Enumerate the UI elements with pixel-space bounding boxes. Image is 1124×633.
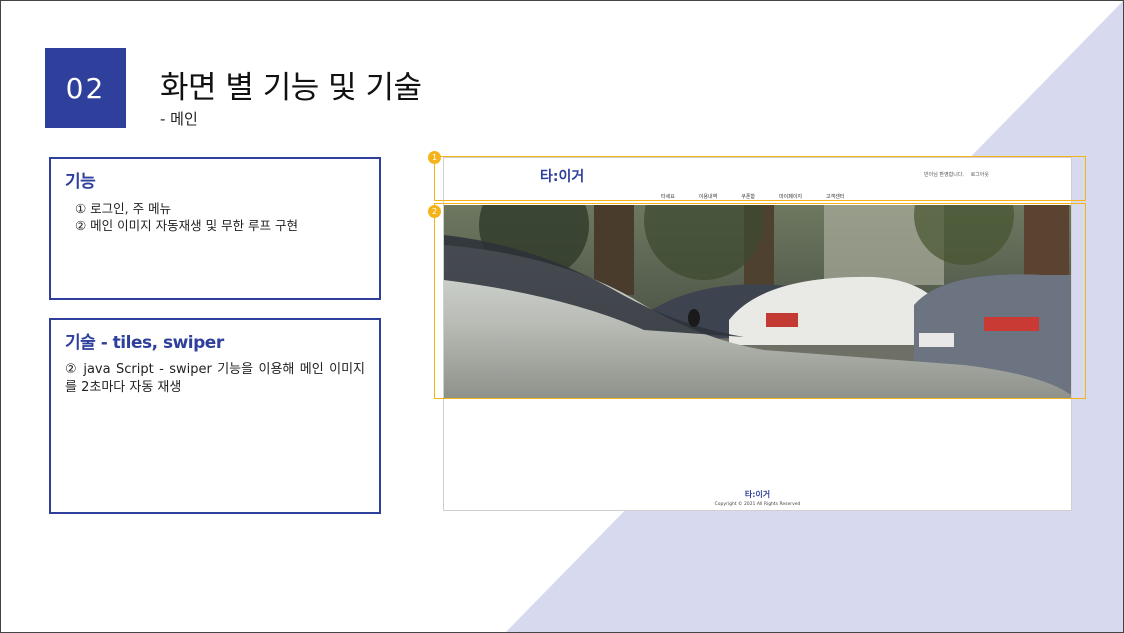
mockup-footer-logo: 타:이거 bbox=[744, 490, 771, 499]
callout-box-header bbox=[434, 156, 1086, 201]
feature-card: 기능 ① 로그인, 주 메뉴 ② 메인 이미지 자동재생 및 무한 루프 구현 bbox=[49, 157, 381, 300]
tech-card-heading: 기술 - tiles, swiper bbox=[65, 333, 224, 353]
mockup-copyright: Copyright © 2021 All Rights Reserved bbox=[714, 502, 801, 507]
page-subtitle: - 메인 bbox=[160, 110, 198, 128]
feature-item: ① 로그인, 주 메뉴 bbox=[75, 201, 172, 216]
tech-card: 기술 - tiles, swiper ② java Script - swipe… bbox=[49, 318, 381, 514]
feature-card-heading: 기능 bbox=[65, 172, 96, 192]
feature-item: ② 메인 이미지 자동재생 및 무한 루프 구현 bbox=[75, 218, 299, 233]
callout-badge: 1 bbox=[428, 151, 441, 164]
page-title: 화면 별 기능 및 기술 bbox=[160, 70, 422, 106]
section-number: 02 bbox=[45, 48, 126, 128]
callout-badge: 2 bbox=[428, 205, 441, 218]
callout-box-hero bbox=[434, 203, 1086, 399]
tech-card-text: ② java Script - swiper 기능을 이용해 메인 이미지를 2… bbox=[65, 362, 365, 395]
